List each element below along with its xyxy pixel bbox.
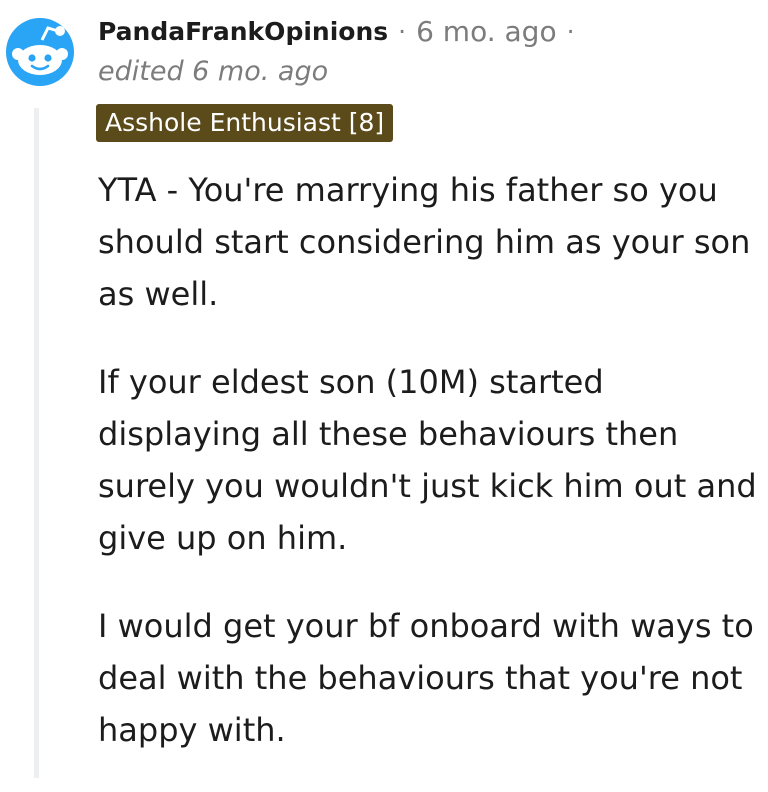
comment-paragraph: If your eldest son (10M) started display… <box>98 363 757 557</box>
comment-body: YTA - You're marrying his father so you … <box>98 164 758 792</box>
edited-label: edited 6 mo. ago <box>98 56 329 87</box>
meta-separator: · <box>398 16 407 46</box>
comment-header: PandaFrankOpinions · 6 mo. ago · <box>98 12 585 50</box>
user-flair: Asshole Enthusiast [8] <box>96 104 394 142</box>
avatar[interactable] <box>4 16 76 88</box>
thread-collapse-line[interactable] <box>34 108 39 778</box>
reddit-snoo-avatar-icon <box>6 18 74 86</box>
comment-paragraph: I would get your bf onboard with ways to… <box>98 607 754 749</box>
meta-separator-2: · <box>566 16 575 46</box>
comment-timestamp[interactable]: 6 mo. ago <box>416 15 557 48</box>
comment-paragraph: YTA - You're marrying his father so you … <box>98 171 751 313</box>
username-link[interactable]: PandaFrankOpinions <box>98 17 388 46</box>
